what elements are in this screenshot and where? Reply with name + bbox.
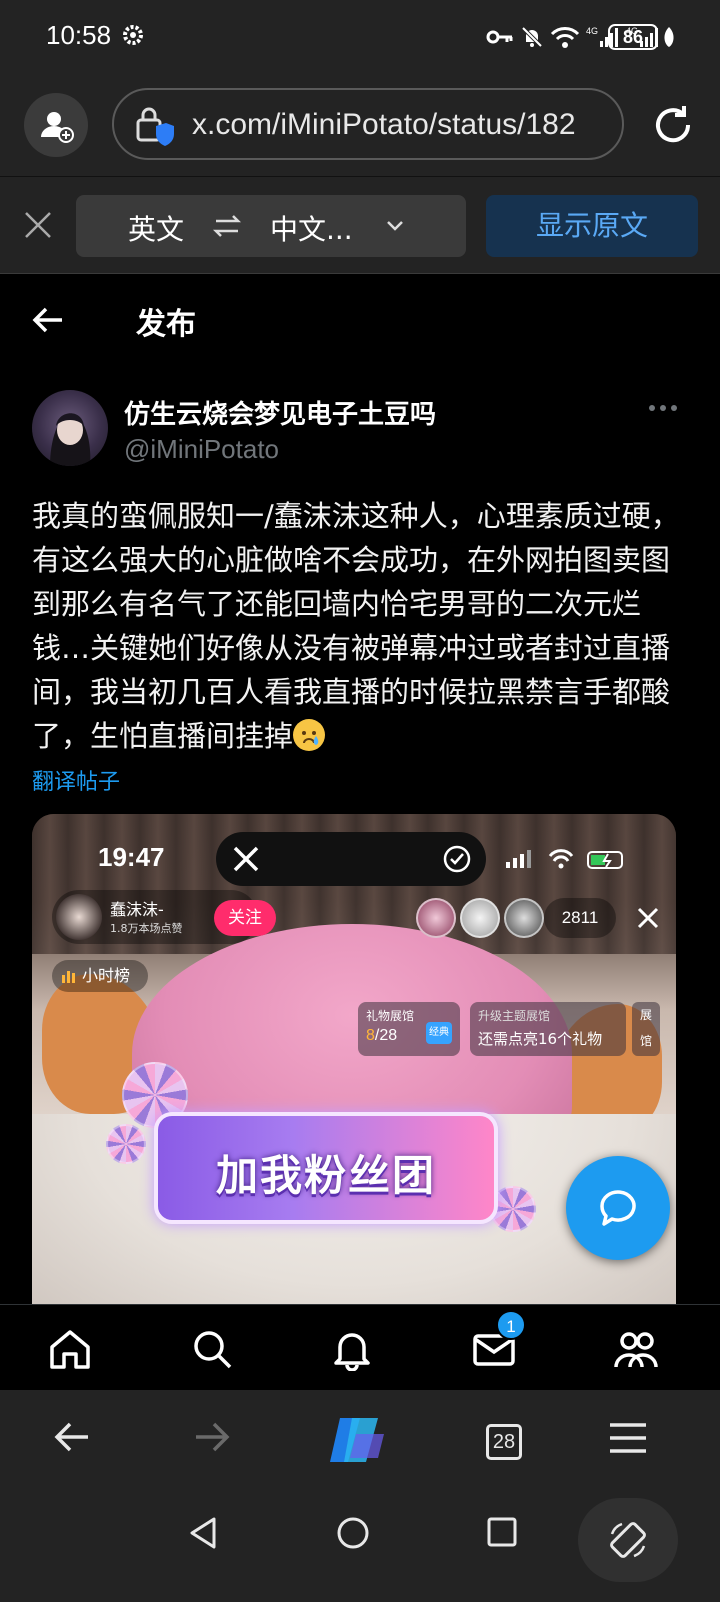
profile-icon — [41, 112, 74, 143]
gift-hall-value: 8/28 — [366, 1027, 397, 1045]
language-selector[interactable]: 英文 中文... — [76, 195, 466, 257]
reload-icon[interactable] — [650, 102, 696, 148]
disco-ball — [106, 1124, 146, 1164]
system-nav-bar — [0, 1490, 720, 1602]
crying-face-emoji-icon — [293, 719, 326, 751]
forward-icon[interactable] — [194, 1420, 230, 1454]
nav-recents-icon[interactable] — [486, 1516, 518, 1548]
viewer-avatars — [416, 898, 544, 938]
key-icon — [486, 30, 513, 44]
svg-text:4G: 4G — [586, 26, 598, 36]
page-title: 发布 — [136, 307, 196, 342]
url-text: x.com/iMiniPotato/status/182 — [192, 108, 576, 141]
hall-label-2: 馆 — [639, 1034, 652, 1048]
gift-hall-label: 礼物展馆 — [366, 1009, 415, 1023]
target-language[interactable]: 中文... — [270, 208, 353, 248]
streamer-name: 蠢沫沫- — [110, 900, 164, 919]
mute-bell-icon — [521, 26, 543, 48]
tabs-count-button[interactable]: 28 — [486, 1424, 522, 1460]
media-status-time: 19:47 — [98, 842, 165, 872]
gift-hall-total: /28 — [374, 1027, 398, 1044]
nav-back-icon[interactable] — [188, 1516, 218, 1550]
close-icon — [637, 907, 659, 929]
battery-saver-leaf-icon — [664, 27, 674, 47]
theme-hall-value: 还需点亮16个礼物 — [478, 1030, 603, 1048]
classic-badge: 经典 — [426, 1022, 452, 1044]
bar-chart-icon — [62, 971, 75, 983]
join-fan-club-banner: 加我粉丝团 — [154, 1112, 498, 1224]
translate-post-link[interactable]: 翻译帖子 — [32, 764, 120, 796]
wifi-icon — [550, 27, 580, 48]
user-handle[interactable]: @iMiniPotato — [124, 434, 279, 465]
avatar-figure — [50, 413, 91, 466]
streamer-avatar[interactable] — [56, 894, 102, 940]
rotate-icon — [610, 1522, 646, 1558]
viewer-avatar — [416, 898, 456, 938]
rotate-screen-button[interactable] — [578, 1498, 678, 1582]
viewer-avatar — [460, 898, 500, 938]
copilot-icon[interactable] — [326, 1414, 386, 1466]
rank-label: 小时榜 — [82, 966, 131, 985]
banner-text: 加我粉丝团 — [215, 1151, 436, 1200]
back-arrow-icon[interactable] — [32, 305, 64, 335]
follow-button[interactable]: 关注 — [214, 900, 276, 936]
page-header: 发布 — [0, 275, 720, 365]
translate-bar: 英文 中文... 显示原文 — [0, 176, 720, 274]
hall-label-1: 展 — [639, 1008, 652, 1022]
back-icon[interactable] — [54, 1420, 90, 1454]
avatar[interactable] — [32, 390, 108, 466]
gift-hall-current: 8 — [366, 1027, 375, 1044]
source-language[interactable]: 英文 — [128, 208, 184, 248]
compose-reply-button[interactable] — [566, 1156, 670, 1260]
display-name[interactable]: 仿生云烧会梦见电子土豆吗 — [124, 394, 436, 431]
more-options-icon[interactable] — [648, 402, 678, 414]
swap-icon[interactable] — [212, 213, 242, 239]
x-tab-bar — [0, 1304, 720, 1390]
viewer-count: 2811 — [544, 898, 616, 938]
speech-bubble-icon — [600, 1190, 636, 1226]
streamer-info[interactable]: 蠢沫沫- 1.8万本场点赞 关注 — [52, 890, 276, 944]
theme-hall-card: 升级主题展馆 还需点亮16个礼物 — [470, 1002, 626, 1056]
browser-bottom-bar — [0, 1390, 720, 1490]
x-logo-icon — [233, 846, 259, 872]
viewer-avatar — [504, 898, 544, 938]
status-time: 10:58 — [46, 20, 112, 50]
tweet-body: 我真的蛮佩服知一/蠢沫沫这种人，心理素质过硬，有这么强大的心脏做啥不会成功，在外… — [32, 499, 680, 753]
media-notification-pill — [216, 832, 486, 886]
check-circle-icon — [443, 845, 471, 873]
home-icon[interactable] — [48, 1327, 92, 1371]
streamer-likes: 1.8万本场点赞 — [110, 922, 183, 935]
show-original-button[interactable]: 显示原文 — [486, 195, 698, 257]
status-bar: 10:58 4G 4G 86 — [0, 0, 720, 76]
media-status-icons — [506, 849, 623, 869]
gift-hall-card: 礼物展馆 8/28 经典 — [358, 1002, 460, 1056]
theme-hall-label: 升级主题展馆 — [478, 1009, 551, 1023]
hourly-rank-badge: 小时榜 — [52, 960, 148, 992]
notifications-bell-icon[interactable] — [330, 1327, 374, 1371]
close-icon[interactable] — [22, 209, 54, 241]
settings-gear-icon — [123, 25, 143, 45]
url-field[interactable]: x.com/iMiniPotato/status/182 — [112, 88, 624, 160]
battery-indicator: 86 — [608, 24, 658, 50]
nav-home-icon[interactable] — [336, 1516, 370, 1550]
messages-badge: 1 — [496, 1310, 526, 1340]
tweet-text: 我真的蛮佩服知一/蠢沫沫这种人，心理素质过硬，有这么强大的心脏做啥不会成功，在外… — [32, 494, 692, 758]
menu-icon[interactable] — [608, 1422, 648, 1454]
hall-tab: 展馆 — [632, 1002, 660, 1056]
chevron-down-icon — [387, 221, 403, 231]
communities-icon[interactable] — [614, 1327, 658, 1371]
lock-shield-icon — [136, 107, 174, 146]
profile-button[interactable] — [24, 93, 88, 157]
browser-address-bar: x.com/iMiniPotato/status/182 — [0, 76, 720, 176]
search-icon[interactable] — [190, 1327, 234, 1371]
